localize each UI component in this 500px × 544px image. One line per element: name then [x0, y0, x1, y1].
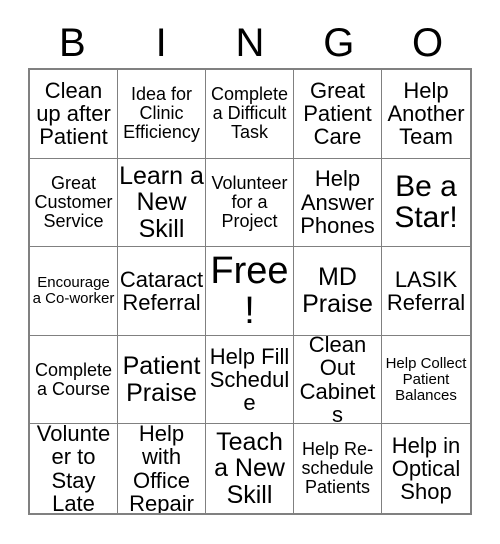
bingo-cell[interactable]: Help Answer Phones: [294, 158, 382, 248]
bingo-cell-label: Complete a Difficult Task: [210, 84, 289, 143]
bingo-cell-label: Help with Office Repair: [129, 424, 194, 513]
bingo-cell[interactable]: Volunteer to Stay Late: [30, 424, 118, 513]
bingo-cell-label: Complete a Course: [34, 359, 113, 399]
bingo-cell[interactable]: Teach a New Skill: [206, 424, 294, 513]
bingo-cell[interactable]: MD Praise: [294, 247, 382, 336]
bingo-cell[interactable]: Volunteer for a Project: [206, 158, 294, 248]
bingo-cell-label: Idea for Clinic Efficiency: [123, 84, 200, 143]
bingo-cell-label: Cataract Referral: [119, 266, 204, 315]
bingo-cell[interactable]: Clean Out Cabinets: [294, 335, 382, 425]
bingo-header-row: B I N G O: [28, 18, 472, 68]
bingo-cell[interactable]: Patient Praise: [118, 335, 206, 425]
bingo-cell[interactable]: Help Another Team: [382, 70, 470, 159]
bingo-cell[interactable]: Help Re-schedule Patients: [294, 424, 382, 513]
bingo-cell-label: Volunteer for a Project: [211, 172, 288, 231]
bingo-cell-label: Help Another Team: [387, 77, 465, 150]
bingo-cell-label: Clean Out Cabinets: [299, 335, 376, 425]
bingo-cell-label: Help Re-schedule Patients: [301, 439, 374, 498]
bingo-cell-label: Help Fill Schedule: [209, 343, 290, 416]
bingo-cell[interactable]: Complete a Course: [30, 335, 118, 425]
bingo-cell-label: Great Customer Service: [34, 172, 113, 231]
bingo-cell-label: Learn a New Skill: [119, 161, 204, 243]
bingo-cell-label: Encourage a Co-worker: [32, 274, 115, 307]
bingo-grid: Clean up after Patient Idea for Clinic Ef…: [28, 68, 472, 515]
bingo-cell[interactable]: Help with Office Repair: [118, 424, 206, 513]
header-letter-n: N: [235, 21, 265, 65]
bingo-cell-label: Help Collect Patient Balances: [385, 354, 467, 404]
bingo-cell[interactable]: Complete a Difficult Task: [206, 70, 294, 159]
bingo-card: B I N G O Clean up after Patient Idea for…: [0, 0, 500, 544]
bingo-cell-label: LASIK Referral: [386, 266, 466, 315]
bingo-cell[interactable]: Help Fill Schedule: [206, 335, 294, 425]
bingo-cell[interactable]: Clean up after Patient: [30, 70, 118, 159]
bingo-cell-label: Free!: [210, 249, 289, 332]
bingo-cell[interactable]: Idea for Clinic Efficiency: [118, 70, 206, 159]
bingo-cell[interactable]: Help in Optical Shop: [382, 424, 470, 513]
bingo-cell-label: Clean up after Patient: [36, 77, 111, 150]
header-letter-b: B: [59, 21, 86, 65]
bingo-cell[interactable]: Cataract Referral: [118, 247, 206, 336]
bingo-cell[interactable]: LASIK Referral: [382, 247, 470, 336]
bingo-cell-label: Patient Praise: [122, 352, 201, 407]
bingo-cell[interactable]: Great Patient Care: [294, 70, 382, 159]
bingo-cell[interactable]: Great Customer Service: [30, 158, 118, 248]
bingo-cell[interactable]: Encourage a Co-worker: [30, 247, 118, 336]
bingo-cell-label: Help Answer Phones: [300, 166, 375, 239]
bingo-cell-label: Teach a New Skill: [214, 427, 285, 509]
bingo-cell-label: Help in Optical Shop: [391, 432, 461, 505]
bingo-cell[interactable]: Be a Star!: [382, 158, 470, 248]
bingo-cell-label: Volunteer to Stay Late: [36, 424, 111, 513]
bingo-cell-label: MD Praise: [302, 263, 373, 318]
bingo-cell[interactable]: Learn a New Skill: [118, 158, 206, 248]
bingo-cell[interactable]: Help Collect Patient Balances: [382, 335, 470, 425]
header-letter-g: G: [323, 21, 355, 65]
bingo-cell-free-space[interactable]: Free!: [206, 247, 294, 336]
bingo-cell-label: Be a Star!: [394, 169, 458, 235]
header-letter-i: I: [155, 21, 167, 65]
header-letter-o: O: [412, 21, 444, 65]
bingo-cell-label: Great Patient Care: [303, 77, 372, 150]
